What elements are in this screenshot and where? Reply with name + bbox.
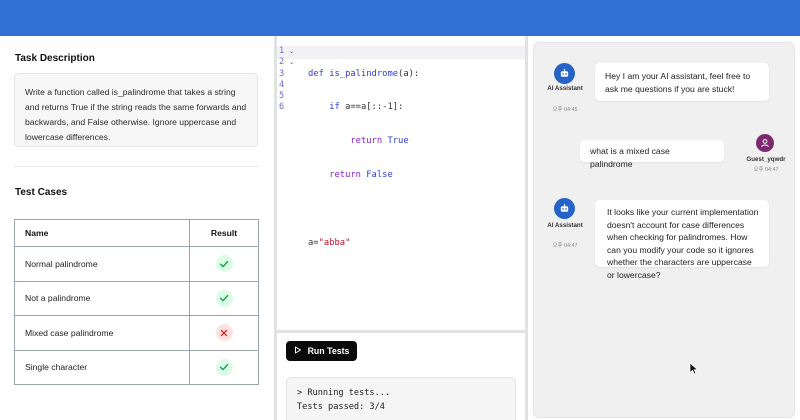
test-cases-heading: Test Cases (15, 187, 68, 198)
line-number: 3 (279, 68, 285, 79)
run-tests-label: Run Tests (307, 346, 350, 356)
check-icon (215, 289, 233, 307)
check-icon (215, 255, 233, 273)
code-content[interactable]: def is_palindrome(a): if a==a[::-1]: ret… (308, 46, 419, 272)
code-line: if a==a[::-1]: (329, 102, 404, 113)
line-number: 1 (279, 46, 285, 56)
ai-message-bubble: Hey I am your AI assistant, feel free to… (595, 63, 769, 101)
run-tests-button[interactable]: Run Tests (286, 341, 357, 361)
code-line: def is_palindrome(a): (308, 68, 420, 79)
divider (14, 166, 259, 167)
table-row: Mixed case palindrome (14, 315, 259, 351)
task-panel: Task Description Write a function called… (0, 36, 274, 420)
line-numbers: 1 2 3 4 5 6 (279, 46, 297, 114)
console-line: > Running tests... (297, 388, 391, 398)
top-bar (0, 0, 800, 36)
cross-icon (215, 324, 233, 342)
line-number: 2 (279, 57, 285, 68)
table-header-row: Name Result (14, 219, 259, 247)
task-description-text: Write a function called is_palindrome th… (14, 73, 258, 147)
task-description-heading: Task Description (15, 53, 95, 64)
editor-console-resizer[interactable] (277, 330, 525, 333)
fold-chevron-icon[interactable]: ⌄ (289, 48, 294, 55)
test-cases-table: Name Result Normal palindrome Not a pali… (14, 219, 259, 385)
fold-chevron-icon[interactable]: ⌄ (289, 59, 294, 66)
ai-avatar (554, 63, 575, 84)
line-number: 6 (279, 102, 285, 113)
mouse-cursor-icon (689, 362, 699, 380)
panel-resizer-right[interactable] (525, 36, 528, 420)
sender-name: AI Assistant (547, 85, 583, 92)
test-name: Mixed case palindrome (14, 315, 190, 351)
ai-chat-panel[interactable]: AI Assistant 오후 04:45 Hey I am your AI a… (533, 42, 795, 418)
table-row: Not a palindrome (14, 280, 259, 316)
message-time: 오후 04:47 (552, 243, 578, 249)
test-console-output: > Running tests... Tests passed: 3/4 (286, 377, 516, 420)
test-result (189, 246, 259, 282)
sender-name: Guest_yqwdr (746, 156, 786, 163)
table-row: Single character (14, 349, 259, 385)
test-name: Single character (14, 349, 190, 385)
ai-avatar (554, 198, 575, 219)
user-message-bubble: what is a mixed case palindrome (580, 140, 724, 169)
test-result (189, 315, 259, 351)
code-line: return False (329, 170, 393, 181)
message-time: 오후 04:47 (753, 167, 779, 173)
user-avatar (756, 134, 774, 152)
column-header-result: Result (189, 219, 259, 247)
check-icon (215, 358, 233, 376)
column-header-name: Name (14, 219, 190, 247)
code-line: return True (350, 136, 409, 147)
message-time: 오후 04:45 (552, 107, 578, 113)
code-editor[interactable]: 1 2 3 4 5 6 ⌄ ⌄ def is_palindrome(a): if… (277, 36, 525, 330)
line-number: 5 (279, 91, 285, 102)
test-name: Not a palindrome (14, 280, 190, 316)
line-number: 4 (279, 79, 285, 90)
table-row: Normal palindrome (14, 246, 259, 282)
sender-name: AI Assistant (547, 222, 583, 229)
ai-message-bubble: It looks like your current implementatio… (595, 200, 769, 280)
code-line: a="abba" (308, 238, 351, 249)
console-line: Tests passed: 3/4 (297, 402, 385, 412)
test-result (189, 349, 259, 385)
test-name: Normal palindrome (14, 246, 190, 282)
test-result (189, 280, 259, 316)
play-icon (294, 346, 302, 356)
